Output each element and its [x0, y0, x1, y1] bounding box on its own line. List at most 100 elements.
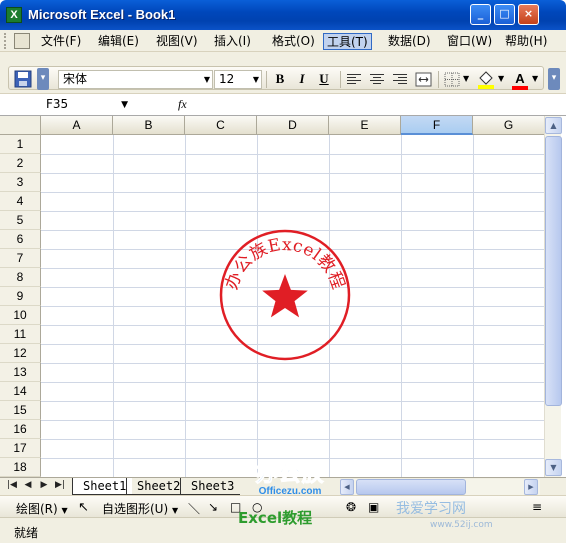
- menu-view[interactable]: 视图(V): [153, 33, 201, 50]
- column-header-b[interactable]: B: [113, 116, 185, 135]
- row-header-2[interactable]: 2: [0, 154, 41, 173]
- fx-icon[interactable]: fx: [178, 97, 187, 112]
- column-header-g[interactable]: G: [473, 116, 544, 135]
- autoshapes-menu-button[interactable]: 自选图形(U) ▼: [102, 500, 178, 517]
- row-header-6[interactable]: 6: [0, 230, 41, 249]
- row-header-16[interactable]: 16: [0, 420, 41, 439]
- picture-icon[interactable]: ▣: [368, 500, 379, 514]
- row-header-12[interactable]: 12: [0, 344, 41, 363]
- toolbar-options-chevron[interactable]: ▾: [548, 68, 560, 90]
- column-header-d[interactable]: D: [257, 116, 329, 135]
- tab-sheet1[interactable]: Sheet1: [72, 478, 133, 495]
- star-icon: [262, 274, 308, 318]
- line-style-icon[interactable]: ≡: [532, 500, 542, 514]
- scroll-up-button[interactable]: ▲: [545, 117, 562, 134]
- excel-app-icon[interactable]: X: [6, 7, 22, 23]
- select-pointer-icon[interactable]: ↖: [78, 500, 89, 515]
- draw-menu-button[interactable]: 绘图(R) ▼: [16, 500, 68, 517]
- chevron-down-icon[interactable]: ▼: [121, 97, 128, 114]
- row-header-5[interactable]: 5: [0, 211, 41, 230]
- tab-sheet2[interactable]: Sheet2: [126, 478, 187, 495]
- bold-button[interactable]: B: [270, 70, 290, 89]
- menu-grip[interactable]: [4, 33, 7, 49]
- row-header-10[interactable]: 10: [0, 306, 41, 325]
- clipart-icon[interactable]: ❂: [346, 500, 356, 514]
- status-text: 就绪: [14, 526, 39, 540]
- minimize-button[interactable]: _: [470, 4, 491, 25]
- scroll-down-button[interactable]: ▼: [545, 459, 562, 476]
- chevron-down-icon[interactable]: ▼: [498, 74, 504, 83]
- menu-edit[interactable]: 编辑(E): [95, 33, 142, 50]
- gridline: [41, 382, 544, 383]
- merge-center-icon[interactable]: [415, 72, 432, 87]
- save-icon[interactable]: [14, 70, 32, 88]
- chevron-down-icon[interactable]: ▼: [532, 74, 538, 83]
- horizontal-scrollbar[interactable]: ◀ ▶: [340, 479, 540, 495]
- font-name-value: 宋体: [63, 72, 88, 86]
- underline-button[interactable]: U: [314, 70, 334, 89]
- gridline: [41, 363, 544, 364]
- watermark-site: 我爱学习网: [396, 501, 466, 517]
- prev-sheet-icon[interactable]: ◀: [22, 480, 34, 490]
- title-bar: X Microsoft Excel - Book1 _ □ ×: [0, 0, 566, 30]
- row-header-3[interactable]: 3: [0, 173, 41, 192]
- name-box[interactable]: F35 ▼: [10, 96, 132, 114]
- horizontal-scroll-thumb[interactable]: [356, 479, 466, 495]
- row-header-17[interactable]: 17: [0, 439, 41, 458]
- vertical-scrollbar[interactable]: ▲ ▼: [544, 116, 562, 477]
- scroll-left-button[interactable]: ◀: [340, 479, 354, 495]
- close-button[interactable]: ×: [518, 4, 539, 25]
- gridline: [41, 401, 544, 402]
- font-size-select[interactable]: 12 ▼: [214, 70, 262, 89]
- borders-icon[interactable]: [444, 72, 460, 87]
- font-size-value: 12: [219, 72, 235, 86]
- column-header-a[interactable]: A: [41, 116, 113, 135]
- menu-help[interactable]: 帮助(H): [502, 33, 550, 50]
- row-header-11[interactable]: 11: [0, 325, 41, 344]
- column-header-c[interactable]: C: [185, 116, 257, 135]
- vertical-scroll-thumb[interactable]: [545, 136, 562, 406]
- menu-bar: 文件(F) 编辑(E) 视图(V) 插入(I) 格式(O) 工具(T) 数据(D…: [0, 30, 566, 52]
- column-header-e[interactable]: E: [329, 116, 401, 135]
- menu-tools[interactable]: 工具(T): [323, 33, 372, 50]
- seal-stamp[interactable]: 办公族Excel教程: [218, 228, 352, 362]
- gridline: [41, 173, 544, 174]
- row-header-4[interactable]: 4: [0, 192, 41, 211]
- next-sheet-icon[interactable]: ▶: [38, 480, 50, 490]
- chevron-down-icon[interactable]: ▼: [253, 71, 259, 88]
- scroll-right-button[interactable]: ▶: [524, 479, 538, 495]
- row-header-8[interactable]: 8: [0, 268, 41, 287]
- row-header-1[interactable]: 1: [0, 135, 41, 154]
- workbook-icon[interactable]: [14, 33, 30, 49]
- menu-insert[interactable]: 插入(I): [211, 33, 254, 50]
- chevron-down-icon[interactable]: ▼: [463, 74, 469, 83]
- last-sheet-icon[interactable]: ▶|: [54, 480, 66, 490]
- menu-data[interactable]: 数据(D): [385, 33, 434, 50]
- watermark-tagline: Excel教程: [238, 509, 313, 527]
- row-header-9[interactable]: 9: [0, 287, 41, 306]
- row-header-18[interactable]: 18: [0, 458, 41, 477]
- menu-window[interactable]: 窗口(W): [444, 33, 495, 50]
- font-name-select[interactable]: 宋体 ▼: [58, 70, 213, 89]
- fill-color-icon[interactable]: [476, 70, 496, 89]
- row-header-15[interactable]: 15: [0, 401, 41, 420]
- align-left-icon[interactable]: [347, 74, 361, 85]
- row-header-13[interactable]: 13: [0, 363, 41, 382]
- select-all-corner[interactable]: [0, 116, 41, 135]
- row-header-14[interactable]: 14: [0, 382, 41, 401]
- maximize-button[interactable]: □: [494, 4, 515, 25]
- align-right-icon[interactable]: [393, 74, 407, 85]
- arrow-tool-icon[interactable]: ↘: [208, 500, 218, 514]
- italic-button[interactable]: I: [292, 70, 312, 89]
- toolbar-options-chevron[interactable]: ▾: [37, 68, 49, 90]
- menu-format[interactable]: 格式(O): [269, 33, 318, 50]
- line-tool-icon[interactable]: ＼: [188, 500, 200, 517]
- first-sheet-icon[interactable]: |◀: [6, 480, 18, 490]
- align-center-icon[interactable]: [370, 74, 384, 85]
- row-header-7[interactable]: 7: [0, 249, 41, 268]
- column-header-f[interactable]: F: [401, 116, 473, 135]
- menu-file[interactable]: 文件(F): [38, 33, 84, 50]
- tab-sheet3[interactable]: Sheet3: [180, 478, 241, 495]
- chevron-down-icon[interactable]: ▼: [204, 71, 210, 88]
- formula-input[interactable]: [200, 96, 550, 114]
